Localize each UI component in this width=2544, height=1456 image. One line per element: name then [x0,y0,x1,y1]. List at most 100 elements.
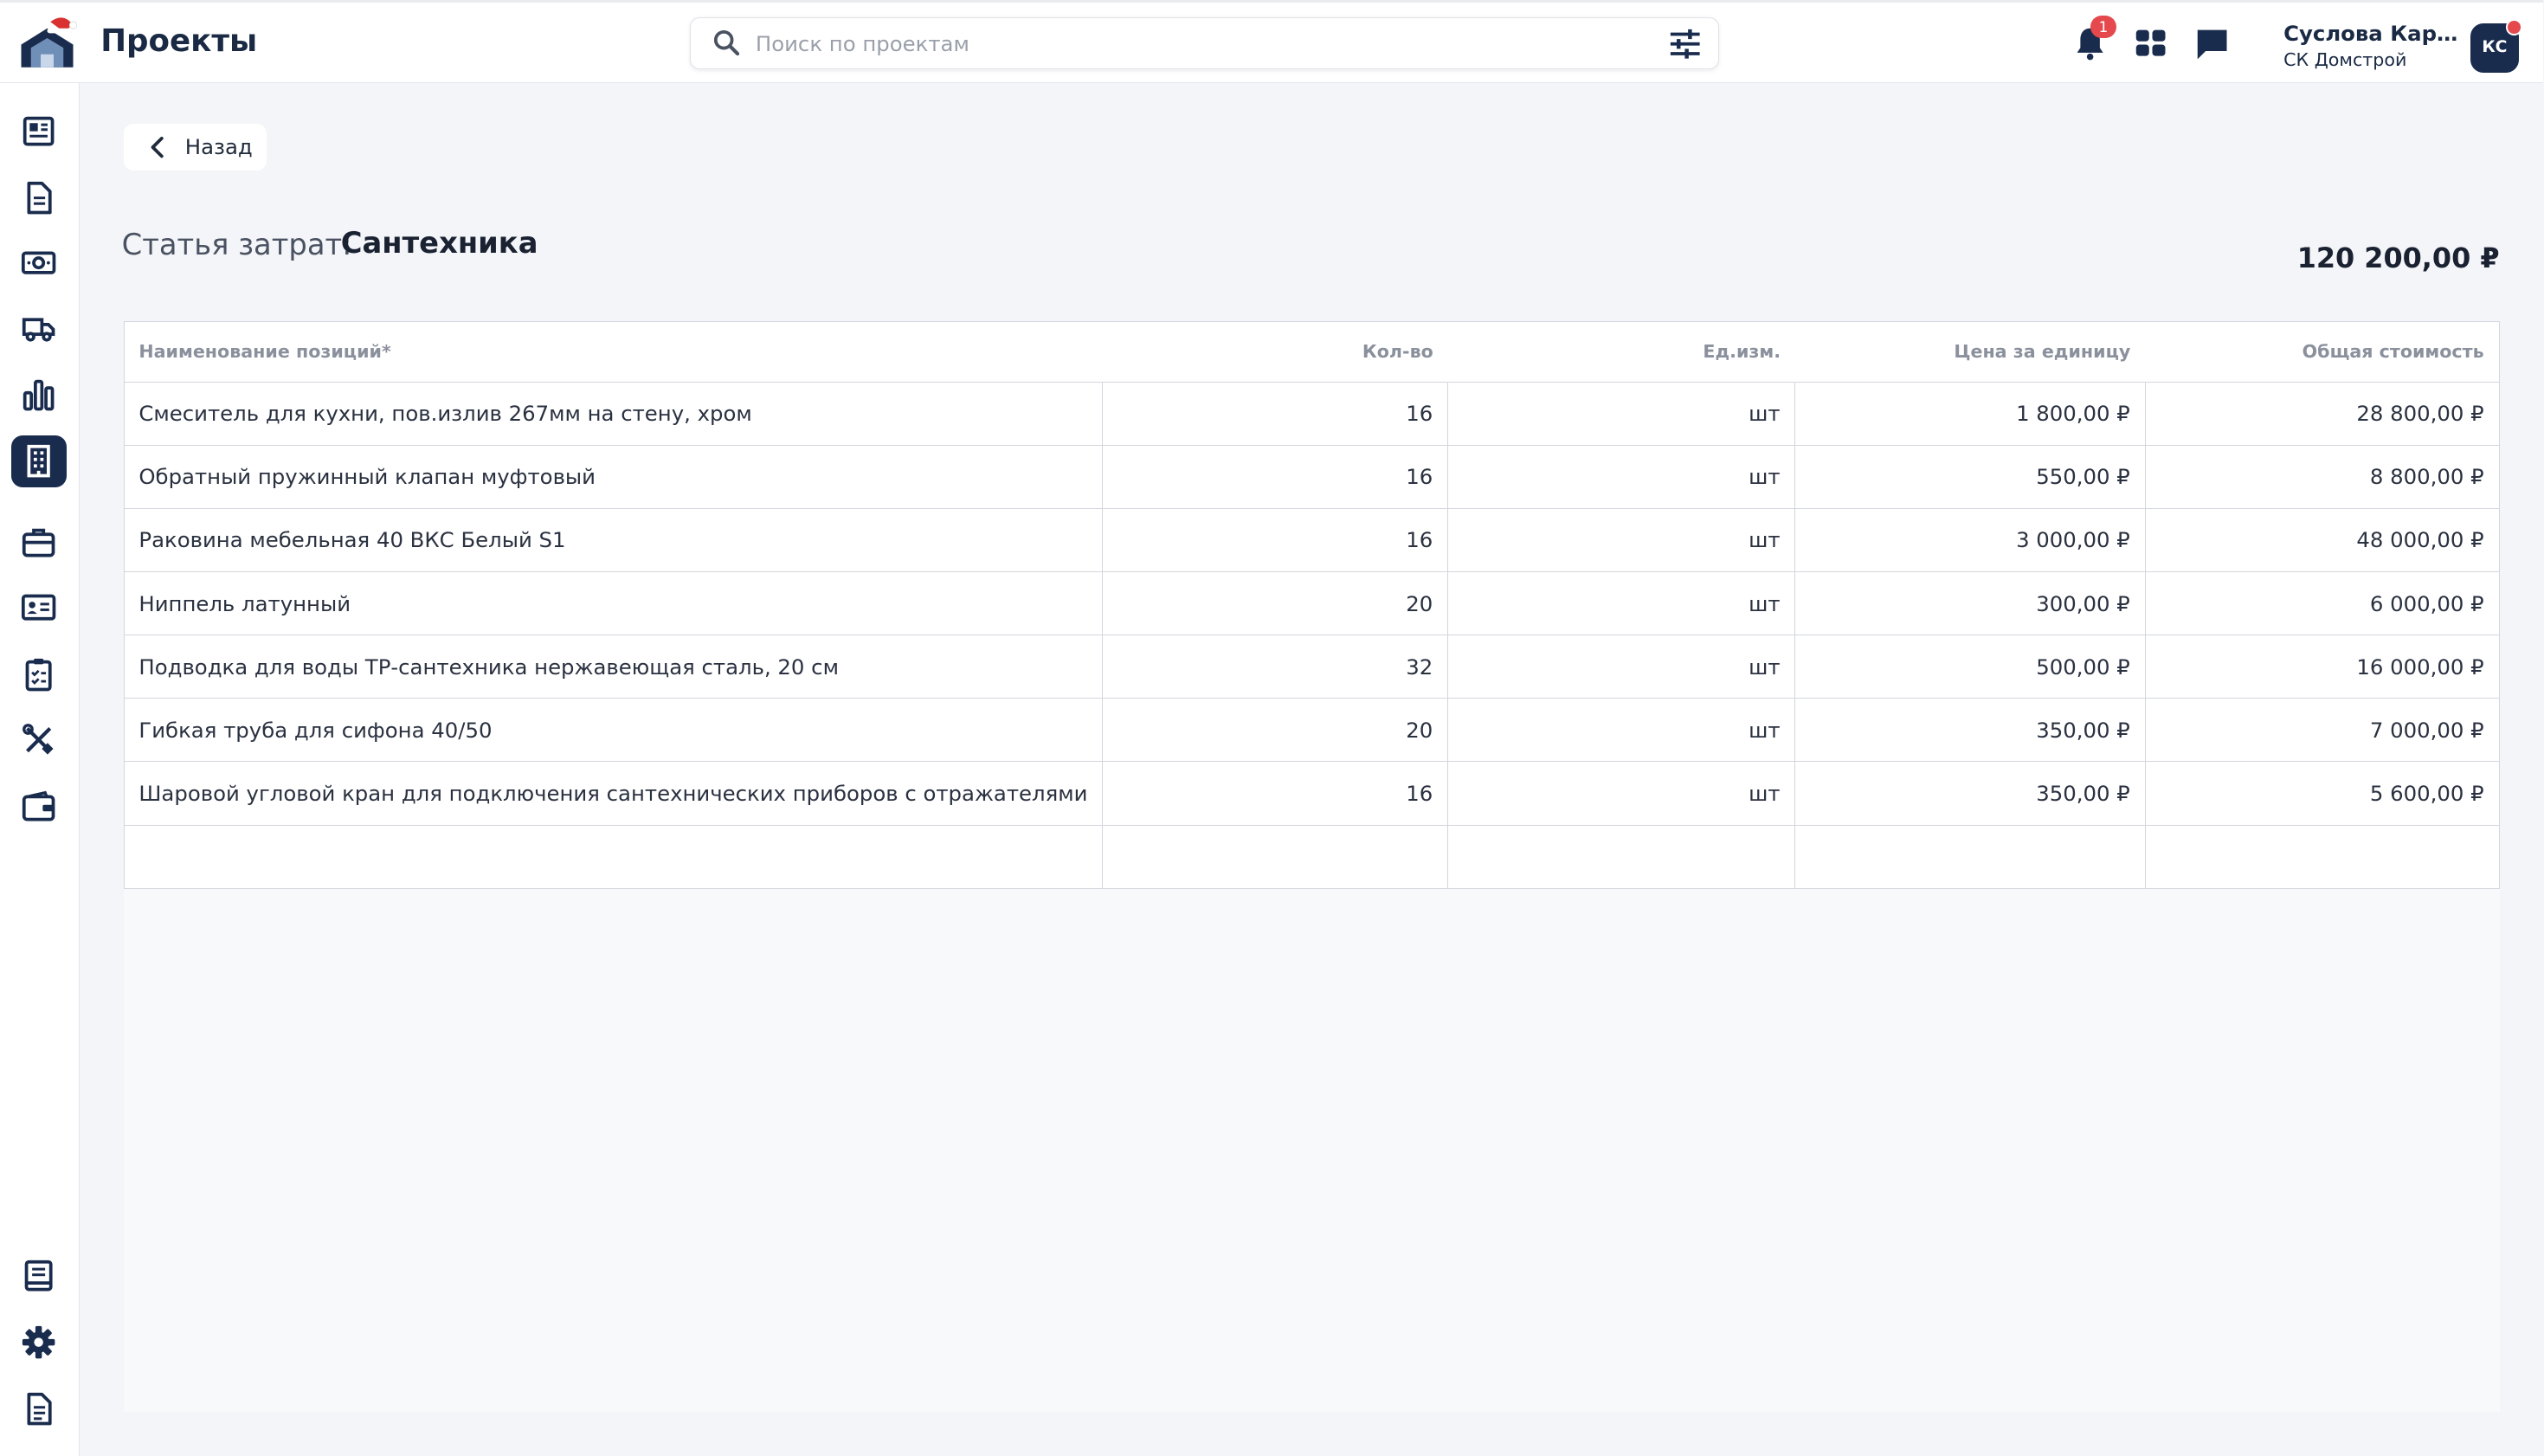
cell-quantity[interactable]: 16 [1102,507,1449,572]
cell-name[interactable] [123,824,1104,889]
file-text-icon [27,1392,52,1426]
filter-settings-icon[interactable] [1669,28,1702,61]
document-icon [27,182,52,215]
sidebar-item-documents[interactable] [11,172,67,224]
bar-chart-icon [23,379,55,411]
cell-name[interactable]: Обратный пружинный клапан муфтовый [123,444,1104,509]
cell-unit[interactable]: шт [1447,381,1796,446]
cell-total-cost: 28 800,00 ₽ [2144,381,2500,446]
sidebar [0,82,80,1456]
cell-unit-price[interactable]: 3 000,00 ₽ [1794,507,2146,572]
cell-unit-price[interactable]: 350,00 ₽ [1794,761,2146,826]
cell-total-cost: 48 000,00 ₽ [2144,507,2500,572]
chat-icon[interactable] [2194,25,2230,61]
cell-unit-price[interactable]: 550,00 ₽ [1794,444,2146,509]
column-header-name[interactable]: Наименование позиций* [123,321,1103,383]
column-header-unit-price[interactable]: Цена за единицу [1794,321,2146,383]
table-row[interactable]: Ниппель латунный 20 шт 300,00 ₽ 6 000,00… [123,571,2500,636]
cell-unit[interactable]: шт [1447,571,1796,636]
table-row[interactable]: Смеситель для кухни, пов.излив 267мм на … [123,381,2500,446]
sidebar-item-wallet[interactable] [11,781,67,833]
sidebar-item-reports[interactable] [11,1383,67,1435]
table-row-empty[interactable] [123,824,2500,889]
delivery-truck-icon [23,318,55,342]
avatar-status-dot [2506,18,2522,35]
user-company: СК Домстрой [2283,49,2407,71]
briefcase-icon [23,528,55,557]
cell-total-cost: 6 000,00 ₽ [2144,571,2500,636]
sidebar-item-portfolio[interactable] [11,516,67,568]
cell-total-cost: 5 600,00 ₽ [2144,761,2500,826]
table-row[interactable]: Раковина мебельная 40 ВКС Белый S1 16 шт… [123,507,2500,572]
cell-unit-price[interactable]: 1 800,00 ₽ [1794,381,2146,446]
column-header-quantity[interactable]: Кол-во [1102,321,1448,383]
cell-name[interactable]: Раковина мебельная 40 ВКС Белый S1 [123,507,1104,572]
sidebar-item-settings[interactable] [11,1317,67,1369]
sidebar-item-news[interactable] [11,106,67,158]
cell-unit-price[interactable]: 300,00 ₽ [1794,571,2146,636]
cell-quantity[interactable]: 20 [1102,698,1449,763]
notification-badge: 1 [2090,16,2116,39]
sidebar-item-tasks[interactable] [11,647,67,699]
book-icon [25,1260,53,1292]
sidebar-item-delivery[interactable] [11,302,67,354]
search-input[interactable] [755,26,1633,62]
table-header-row: Наименование позиций* Кол-во Ед.изм. Цен… [123,321,2500,383]
sidebar-item-finance[interactable] [11,237,67,289]
checklist-icon [26,658,52,691]
cell-unit-price[interactable] [1794,824,2146,889]
cell-unit[interactable]: шт [1447,444,1796,509]
cell-quantity[interactable]: 16 [1102,381,1449,446]
cell-unit[interactable] [1447,824,1796,889]
cell-unit-price[interactable]: 500,00 ₽ [1794,635,2146,699]
cell-unit[interactable]: шт [1447,761,1796,826]
sidebar-item-contacts[interactable] [11,581,67,633]
cell-quantity[interactable] [1102,824,1449,889]
cell-name[interactable]: Ниппель латунный [123,571,1104,636]
sidebar-item-guide[interactable] [11,1250,67,1302]
back-button[interactable]: Назад [123,123,267,171]
chevron-left-icon [151,136,164,158]
cell-unit[interactable]: шт [1447,635,1796,699]
dashboard-icon[interactable] [2133,25,2168,61]
cell-name[interactable]: Подводка для воды ТР-сантехника нержавею… [123,635,1104,699]
table-row[interactable]: Обратный пружинный клапан муфтовый 16 шт… [123,444,2500,509]
table-row[interactable]: Шаровой угловой кран для подключения сан… [123,761,2500,826]
sidebar-item-analytics[interactable] [11,369,67,421]
cell-quantity[interactable]: 16 [1102,444,1449,509]
cell-unit[interactable]: шт [1447,698,1796,763]
items-panel: Наименование позиций* Кол-во Ед.изм. Цен… [123,321,2500,1413]
column-header-total-cost[interactable]: Общая стоимость [2145,321,2500,383]
wallet-icon [23,790,55,821]
newspaper-icon [23,117,55,146]
user-name[interactable]: Суслова Кари... [2283,21,2459,46]
cell-total-cost: 16 000,00 ₽ [2144,635,2500,699]
search-bar[interactable] [689,16,1719,69]
money-icon [22,251,56,274]
cell-total-cost: 7 000,00 ₽ [2144,698,2500,763]
cost-item-label: Статья затрат: [121,227,352,261]
cell-unit-price[interactable]: 350,00 ₽ [1794,698,2146,763]
table-row[interactable]: Гибкая труба для сифона 40/50 20 шт 350,… [123,698,2500,763]
building-icon [27,444,51,478]
table-row[interactable]: Подводка для воды ТР-сантехника нержавею… [123,635,2500,699]
cell-quantity[interactable]: 20 [1102,571,1449,636]
cell-total-cost: 8 800,00 ₽ [2144,444,2500,509]
app-logo[interactable] [15,12,80,77]
column-header-unit[interactable]: Ед.изм. [1447,321,1795,383]
back-button-label: Назад [184,134,253,160]
cell-quantity[interactable]: 16 [1102,761,1449,826]
cell-unit[interactable]: шт [1447,507,1796,572]
cost-item-total: 120 200,00 ₽ [2296,242,2500,275]
cost-item-name: Сантехника [340,225,538,260]
tools-icon [23,724,54,755]
search-icon [714,29,740,55]
sidebar-item-projects[interactable] [11,435,67,487]
id-card-icon [22,594,56,621]
cell-name[interactable]: Смеситель для кухни, пов.излив 267мм на … [123,381,1104,446]
sidebar-item-tools[interactable] [11,714,67,766]
app-title: Проекты [100,23,258,60]
cell-name[interactable]: Гибкая труба для сифона 40/50 [123,698,1104,763]
cell-quantity[interactable]: 32 [1102,635,1449,699]
cell-name[interactable]: Шаровой угловой кран для подключения сан… [123,761,1104,826]
